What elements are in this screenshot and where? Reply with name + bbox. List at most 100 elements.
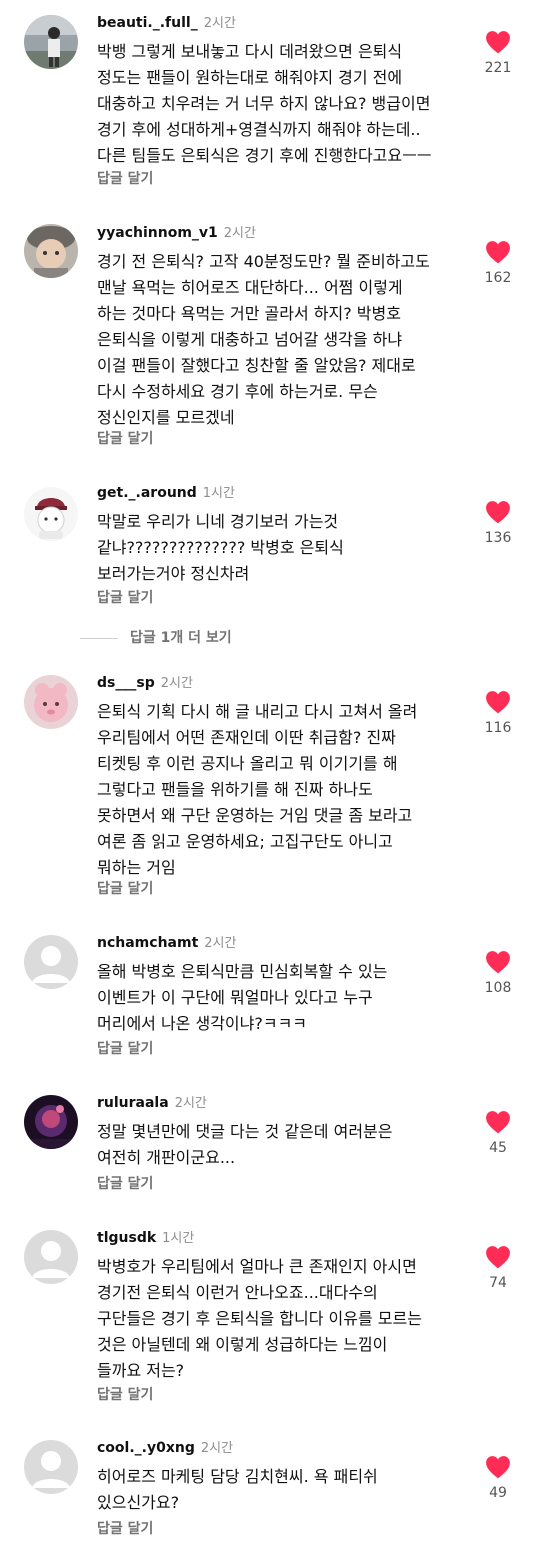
comment-text: 경기 전 은퇴식? 고작 40분정도만? 뭘 준비하고도 맨날 욕먹는 히어로즈… <box>97 249 469 431</box>
reply-button[interactable]: 답글 달기 <box>97 879 153 899</box>
comment-meta: ruluraala 2시간 <box>97 1092 207 1112</box>
username[interactable]: get._.around <box>97 485 197 501</box>
comment-line: 하는 것마다 욕먹는 거만 골라서 하지? 박병호 <box>97 304 401 323</box>
like-count: 116 <box>484 720 512 736</box>
comment-line: 티켓팅 후 이런 공지나 올리고 뭐 이기기를 해 <box>97 754 398 773</box>
avatar[interactable] <box>24 675 78 729</box>
comment-line: 경기 전 은퇴식? 고작 40분정도만? 뭘 준비하고도 <box>97 252 430 271</box>
comment-meta: nchamchamt 2시간 <box>97 932 236 952</box>
heart-icon <box>486 691 510 714</box>
avatar[interactable] <box>24 15 78 69</box>
comment-line: 이벤트가 이 구단에 뭐얼마나 있다고 누구 <box>97 988 373 1007</box>
reply-button[interactable]: 답글 달기 <box>97 1174 153 1194</box>
timestamp: 2시간 <box>204 936 237 951</box>
username[interactable]: cool._.y0xng <box>97 1440 195 1456</box>
avatar[interactable] <box>24 1440 78 1494</box>
username[interactable]: nchamchamt <box>97 935 198 951</box>
avatar[interactable] <box>24 224 78 278</box>
default-profile-icon <box>24 1230 78 1284</box>
comment-line: 이걸 팬들이 잘했다고 칭찬할 줄 알았음? 제대로 <box>97 356 416 375</box>
username[interactable]: tlgusdk <box>97 1230 156 1246</box>
heart-icon <box>486 241 510 264</box>
view-more-replies-label[interactable]: 답글 1개 더 보기 <box>130 628 232 648</box>
comment-line: 머리에서 나온 생각이냐?ㅋㅋㅋ <box>97 1014 308 1033</box>
username[interactable]: ds___sp <box>97 675 155 691</box>
comment-line: 정말 몇년만에 댓글 다는 것 같은데 여러분은 <box>97 1122 393 1141</box>
like-count: 108 <box>484 980 512 996</box>
username[interactable]: ruluraala <box>97 1095 169 1111</box>
comment-line: 은퇴식을 이렇게 대충하고 넘어갈 생각을 하냐 <box>97 330 403 349</box>
comment-line: 보러가는거야 정신차려 <box>97 564 250 583</box>
comment-line: 박병호가 우리팀에서 얼마나 큰 존재인지 아시면 <box>97 1257 417 1276</box>
comment-text: 박뱅 그렇게 보내놓고 다시 데려왔으면 은퇴식 정도는 팬들이 원하는대로 해… <box>97 39 469 169</box>
comment-line: 경기 후에 성대하게+영결식까지 해줘야 하는데.. <box>97 120 421 139</box>
like-button[interactable]: 116 <box>478 690 518 737</box>
divider <box>80 638 118 639</box>
comment-text: 올해 박병호 은퇴식만큼 민심회복할 수 있는 이벤트가 이 구단에 뭐얼마나 … <box>97 959 469 1037</box>
comment-text: 히어로즈 마케팅 담당 김치현씨. 욕 패티쉬 있으신가요? <box>97 1464 469 1516</box>
comment-meta: cool._.y0xng 2시간 <box>97 1437 233 1457</box>
username[interactable]: beauti._.full_ <box>97 15 198 31</box>
like-count: 45 <box>489 1140 507 1156</box>
heart-icon <box>486 1111 510 1134</box>
comment-line: 뭐하는 거임 <box>97 858 176 877</box>
heart-icon <box>486 1246 510 1269</box>
comment-line: 막말로 우리가 니네 경기보러 가는것 <box>97 512 339 531</box>
reply-button[interactable]: 답글 달기 <box>97 429 153 449</box>
default-profile-icon <box>24 935 78 989</box>
reply-button[interactable]: 답글 달기 <box>97 1385 153 1405</box>
timestamp: 2시간 <box>160 676 193 691</box>
like-button[interactable]: 45 <box>478 1110 518 1157</box>
timestamp: 2시간 <box>200 1441 234 1456</box>
avatar[interactable] <box>24 1230 78 1284</box>
comment-line: 구단들은 경기 후 은퇴식을 합니다 이유를 모르는 <box>97 1309 422 1328</box>
comment-line: 히어로즈 마케팅 담당 김치현씨. 욕 패티쉬 <box>97 1467 378 1486</box>
avatar[interactable] <box>24 1095 78 1149</box>
comment-line: 같냐?????????????? 박병호 은퇴식 <box>97 538 344 557</box>
comment-line: 맨날 욕먹는 히어로즈 대단하다... 어쩜 이렇게 <box>97 278 403 297</box>
comment-line: 은퇴식 기획 다시 해 글 내리고 다시 고쳐서 올려 <box>97 702 418 721</box>
like-button[interactable]: 221 <box>478 30 518 77</box>
comment-line: 정신인지를 모르겠네 <box>97 408 235 427</box>
comment-meta: beauti._.full_ 2시간 <box>97 12 236 32</box>
comment-line: 정도는 팬들이 원하는대로 해줘야지 경기 전에 <box>97 68 403 87</box>
like-count: 136 <box>484 530 512 546</box>
heart-icon <box>486 501 510 524</box>
like-button[interactable]: 108 <box>478 950 518 997</box>
avatar[interactable] <box>24 935 78 989</box>
like-button[interactable]: 162 <box>478 240 518 287</box>
comment-text: 정말 몇년만에 댓글 다는 것 같은데 여러분은 여전히 개판이군요... <box>97 1119 469 1171</box>
timestamp: 1시간 <box>202 486 235 501</box>
comment-meta: ds___sp 2시간 <box>97 672 193 692</box>
reply-button[interactable]: 답글 달기 <box>97 588 153 608</box>
like-button[interactable]: 136 <box>478 500 518 547</box>
reply-button[interactable]: 답글 달기 <box>97 1039 153 1059</box>
timestamp: 2시간 <box>223 226 256 241</box>
comment-line: 다시 수정하세요 경기 후에 하는거로. 무슨 <box>97 382 378 401</box>
like-count: 162 <box>484 270 512 286</box>
comment-line: 올해 박병호 은퇴식만큼 민심회복할 수 있는 <box>97 962 388 981</box>
comment-line: 있으신가요? <box>97 1493 180 1512</box>
comment-line: 박뱅 그렇게 보내놓고 다시 데려왔으면 은퇴식 <box>97 42 403 61</box>
like-button[interactable]: 49 <box>478 1455 518 1502</box>
comment-line: 들까요 저는? <box>97 1361 185 1380</box>
timestamp: 2시간 <box>203 16 236 31</box>
avatar[interactable] <box>24 487 78 541</box>
reply-button[interactable]: 답글 달기 <box>97 169 153 189</box>
reply-button[interactable]: 답글 달기 <box>97 1519 153 1539</box>
heart-icon <box>486 1456 510 1479</box>
default-profile-icon <box>24 1440 78 1494</box>
comment-line: 다른 팀들도 은퇴식은 경기 후에 진행한다고요ㅡㅡ <box>97 146 432 165</box>
comment-line: 여론 좀 읽고 운영하세요; 고집구단도 아니고 <box>97 832 393 851</box>
comment-meta: get._.around 1시간 <box>97 482 235 502</box>
comment-line: 것은 아닐텐데 왜 이렇게 성급하다는 느낌이 <box>97 1335 388 1354</box>
heart-icon <box>486 31 510 54</box>
like-count: 74 <box>489 1275 507 1291</box>
comment-line: 우리팀에서 어떤 존재인데 이딴 취급함? 진짜 <box>97 728 396 747</box>
username[interactable]: yyachinnom_v1 <box>97 225 218 241</box>
comment-meta: tlgusdk 1시간 <box>97 1227 194 1247</box>
comment-text: 박병호가 우리팀에서 얼마나 큰 존재인지 아시면 경기전 은퇴식 이런거 안나… <box>97 1254 469 1384</box>
like-button[interactable]: 74 <box>478 1245 518 1292</box>
comment-meta: yyachinnom_v1 2시간 <box>97 222 256 242</box>
comment-line: 못하면서 왜 구단 운영하는 거임 댓글 좀 보라고 <box>97 806 413 825</box>
